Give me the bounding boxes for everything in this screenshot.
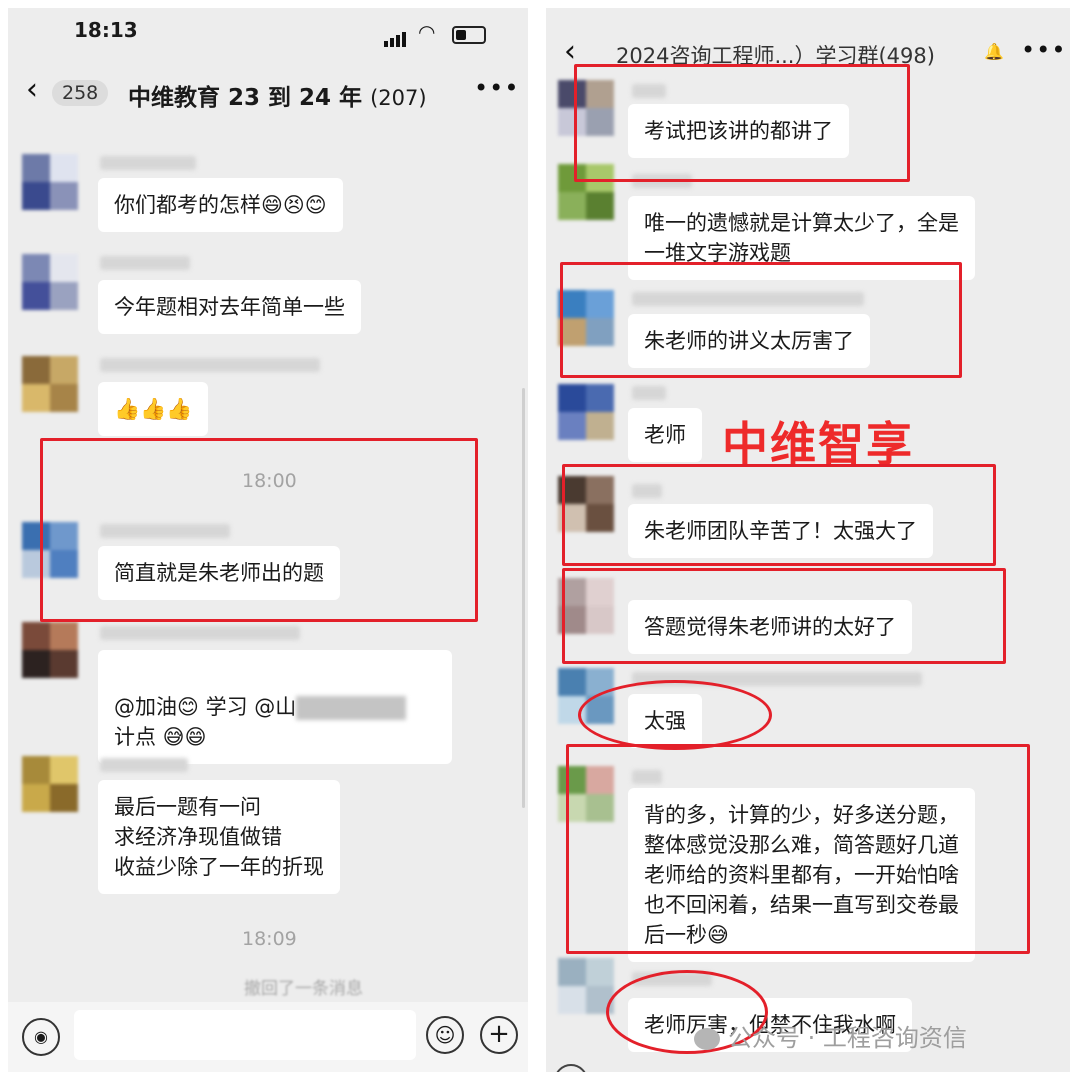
voice-icon[interactable]: ◉ bbox=[22, 1018, 60, 1056]
voice-icon[interactable] bbox=[554, 1064, 588, 1072]
nickname-blurred bbox=[632, 386, 666, 400]
nickname-blurred bbox=[100, 626, 300, 640]
signal-icon bbox=[384, 28, 408, 47]
source-credit: 公众号 · 工程咨询资信 bbox=[694, 1018, 967, 1053]
scrollbar[interactable] bbox=[522, 388, 525, 808]
wifi-icon: ◠ bbox=[418, 20, 436, 44]
left-chat-screenshot: 18:13 ◠ ‹ 258 中维教育 23 到 24 年 (207) ••• 你… bbox=[8, 8, 528, 1072]
message-bubble[interactable]: 老师 bbox=[628, 408, 702, 462]
message-bubble[interactable]: @加油😊 学习 @山 计点 😅😄 bbox=[98, 650, 452, 764]
wechat-logo-icon bbox=[694, 1028, 720, 1050]
chevron-left-icon[interactable]: ‹ bbox=[26, 72, 38, 107]
bell-mute-icon: 🔔 bbox=[984, 42, 1004, 61]
nickname-blurred bbox=[100, 256, 190, 270]
message-bubble[interactable]: 最后一题有一问 求经济净现值做错 收益少除了一年的折现 bbox=[98, 780, 340, 894]
nickname-blurred bbox=[100, 358, 320, 372]
right-chat-screenshot: ‹ 2024咨询工程师...）学习群(498) 🔔 ••• 考试把该讲的都讲了 … bbox=[546, 8, 1070, 1072]
message-bubble[interactable]: 👍👍👍 bbox=[98, 382, 209, 436]
highlight-box bbox=[40, 438, 478, 622]
battery-icon bbox=[452, 26, 486, 44]
highlight-box bbox=[562, 568, 1006, 664]
message-line: 计点 😅😄 bbox=[114, 725, 207, 749]
highlight-box bbox=[566, 744, 1030, 954]
highlight-box bbox=[574, 64, 910, 182]
avatar[interactable] bbox=[558, 958, 614, 1014]
status-time: 18:13 bbox=[74, 18, 138, 42]
credit-text: 公众号 · 工程咨询资信 bbox=[728, 1024, 967, 1052]
avatar[interactable] bbox=[22, 622, 78, 678]
status-bar: 18:13 ◠ bbox=[8, 8, 528, 58]
message-bubble[interactable]: 你们都考的怎样😄😣😊 bbox=[98, 178, 343, 232]
message-input[interactable] bbox=[74, 1010, 416, 1060]
nickname-blurred bbox=[100, 758, 188, 772]
member-count: (207) bbox=[370, 86, 427, 110]
message-bubble[interactable]: 今年题相对去年简单一些 bbox=[98, 280, 361, 334]
timestamp: 18:09 bbox=[242, 928, 297, 950]
redacted-block bbox=[296, 696, 407, 720]
avatar[interactable] bbox=[22, 154, 78, 210]
group-name: 中维教育 23 到 24 年 bbox=[128, 85, 363, 111]
avatar[interactable] bbox=[22, 254, 78, 310]
highlight-oval bbox=[578, 680, 772, 750]
avatar[interactable] bbox=[22, 356, 78, 412]
group-title: 中维教育 23 到 24 年 (207) bbox=[128, 78, 427, 112]
emoji-icon[interactable]: ☺ bbox=[426, 1016, 464, 1054]
more-dots-icon[interactable]: ••• bbox=[474, 74, 519, 102]
avatar[interactable] bbox=[22, 756, 78, 812]
recall-notice: 撤回了一条消息 bbox=[244, 979, 363, 999]
more-dots-icon[interactable]: ••• bbox=[1021, 36, 1066, 64]
highlight-box bbox=[562, 464, 996, 566]
input-bar: ◉ ☺ + bbox=[8, 1002, 528, 1072]
avatar[interactable] bbox=[558, 384, 614, 440]
highlight-box bbox=[560, 262, 962, 378]
chat-header: ‹ 258 中维教育 23 到 24 年 (207) ••• bbox=[8, 68, 528, 116]
unread-count-badge[interactable]: 258 bbox=[52, 80, 109, 106]
nickname-blurred bbox=[100, 156, 196, 170]
message-line: @加油😊 学习 @山 bbox=[114, 695, 297, 719]
plus-icon[interactable]: + bbox=[480, 1016, 518, 1054]
